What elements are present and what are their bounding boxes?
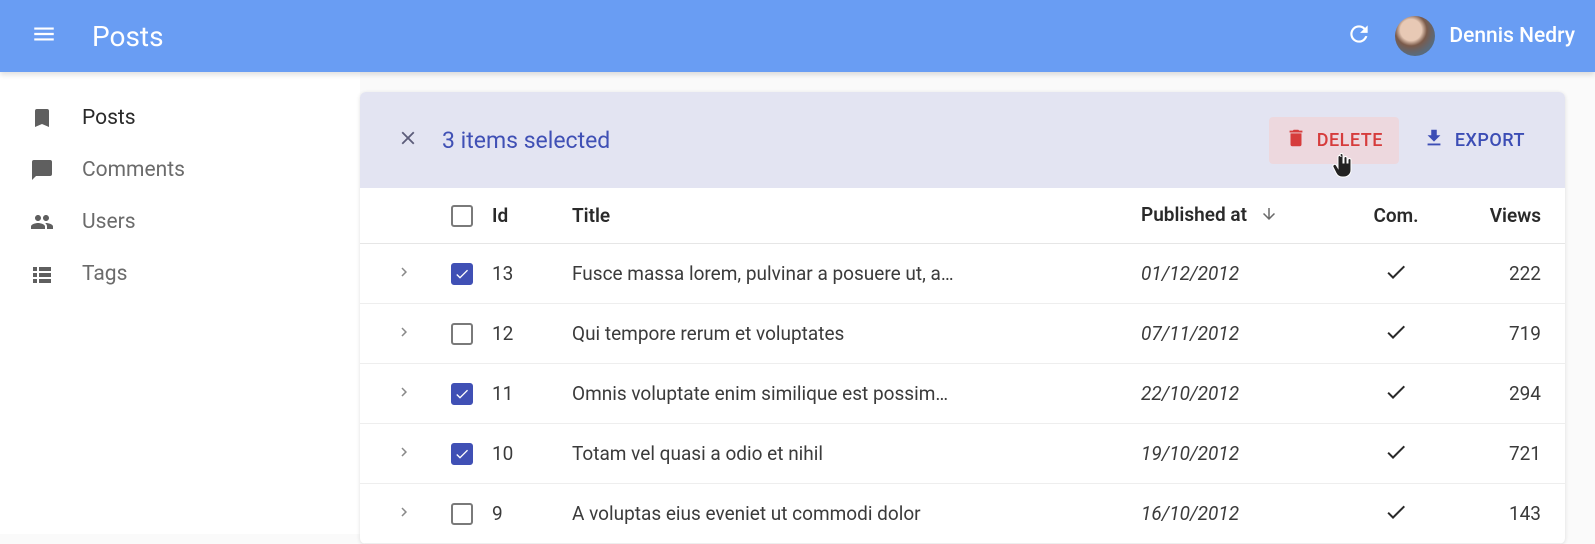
refresh-button[interactable] xyxy=(1339,16,1379,56)
hamburger-icon xyxy=(31,21,57,51)
cell-views: 721 xyxy=(1451,442,1541,465)
check-icon xyxy=(1384,320,1408,348)
expand-row-button[interactable] xyxy=(376,323,432,345)
row-checkbox[interactable] xyxy=(451,443,473,465)
cell-title: Qui tempore rerum et voluptates xyxy=(572,322,1141,345)
appbar: Posts Dennis Nedry xyxy=(0,0,1595,72)
cell-views: 143 xyxy=(1451,502,1541,525)
list-icon xyxy=(28,260,56,288)
table-row[interactable]: 9A voluptas eius eveniet ut commodi dolo… xyxy=(360,484,1565,544)
chat-icon xyxy=(28,156,56,184)
delete-label: DELETE xyxy=(1317,130,1383,151)
export-label: EXPORT xyxy=(1455,130,1525,151)
chevron-right-icon xyxy=(395,503,413,525)
sort-desc-icon xyxy=(1260,205,1278,228)
chevron-right-icon xyxy=(395,323,413,345)
delete-button[interactable]: DELETE xyxy=(1269,117,1399,164)
people-icon xyxy=(28,208,56,236)
check-icon xyxy=(1384,500,1408,528)
refresh-icon xyxy=(1346,21,1372,51)
cell-published: 16/10/2012 xyxy=(1141,502,1341,525)
cell-title: A voluptas eius eveniet ut commodi dolor xyxy=(572,502,1141,525)
cell-title: Totam vel quasi a odio et nihil xyxy=(572,442,1141,465)
expand-row-button[interactable] xyxy=(376,383,432,405)
expand-row-button[interactable] xyxy=(376,263,432,285)
column-header-published[interactable]: Published at xyxy=(1141,203,1341,227)
table-row[interactable]: 10Totam vel quasi a odio et nihil19/10/2… xyxy=(360,424,1565,484)
column-header-title[interactable]: Title xyxy=(572,204,1141,227)
sidebar: Posts Comments Users Tags xyxy=(0,72,360,534)
cell-published: 22/10/2012 xyxy=(1141,382,1341,405)
export-button[interactable]: EXPORT xyxy=(1407,117,1541,164)
column-header-views[interactable]: Views xyxy=(1451,204,1541,227)
sidebar-item-label: Tags xyxy=(82,262,127,286)
row-checkbox[interactable] xyxy=(451,263,473,285)
row-checkbox[interactable] xyxy=(451,323,473,345)
data-card: 3 items selected DELETE xyxy=(360,92,1565,544)
posts-table: Id Title Published at Com. Views 13Fusce… xyxy=(360,188,1565,544)
table-row[interactable]: 13Fusce massa lorem, pulvinar a posuere … xyxy=(360,244,1565,304)
sidebar-item-comments[interactable]: Comments xyxy=(0,144,360,196)
check-icon xyxy=(1384,260,1408,288)
page-title: Posts xyxy=(92,20,164,53)
cell-title: Fusce massa lorem, pulvinar a posuere ut… xyxy=(572,262,1141,285)
bulk-action-toolbar: 3 items selected DELETE xyxy=(360,92,1565,188)
sidebar-item-users[interactable]: Users xyxy=(0,196,360,248)
row-checkbox[interactable] xyxy=(451,383,473,405)
sidebar-item-label: Comments xyxy=(82,158,185,182)
check-icon xyxy=(1384,380,1408,408)
user-name: Dennis Nedry xyxy=(1449,24,1575,48)
cell-published: 19/10/2012 xyxy=(1141,442,1341,465)
cell-id: 10 xyxy=(492,442,572,465)
sidebar-item-label: Users xyxy=(82,210,136,234)
cell-views: 222 xyxy=(1451,262,1541,285)
cell-commentable xyxy=(1341,380,1451,408)
table-row[interactable]: 11Omnis voluptate enim similique est pos… xyxy=(360,364,1565,424)
column-header-com[interactable]: Com. xyxy=(1341,204,1451,227)
select-all-checkbox[interactable] xyxy=(451,205,473,227)
download-icon xyxy=(1423,127,1455,154)
hamburger-menu-button[interactable] xyxy=(30,22,58,50)
cell-id: 13 xyxy=(492,262,572,285)
cell-id: 9 xyxy=(492,502,572,525)
cell-views: 294 xyxy=(1451,382,1541,405)
close-icon xyxy=(397,127,419,153)
trash-icon xyxy=(1285,127,1317,154)
chevron-right-icon xyxy=(395,263,413,285)
sidebar-item-tags[interactable]: Tags xyxy=(0,248,360,300)
column-header-id[interactable]: Id xyxy=(492,204,572,227)
sidebar-item-posts[interactable]: Posts xyxy=(0,92,360,144)
chevron-right-icon xyxy=(395,443,413,465)
selection-count-text: 3 items selected xyxy=(442,127,610,154)
clear-selection-button[interactable] xyxy=(390,122,426,158)
cell-commentable xyxy=(1341,260,1451,288)
row-checkbox[interactable] xyxy=(451,503,473,525)
table-header-row: Id Title Published at Com. Views xyxy=(360,188,1565,244)
expand-row-button[interactable] xyxy=(376,443,432,465)
cell-views: 719 xyxy=(1451,322,1541,345)
bookmark-icon xyxy=(28,104,56,132)
cell-id: 12 xyxy=(492,322,572,345)
check-icon xyxy=(1384,440,1408,468)
table-row[interactable]: 12Qui tempore rerum et voluptates07/11/2… xyxy=(360,304,1565,364)
expand-row-button[interactable] xyxy=(376,503,432,525)
cell-commentable xyxy=(1341,440,1451,468)
cell-title: Omnis voluptate enim similique est possi… xyxy=(572,382,1141,405)
avatar xyxy=(1395,16,1435,56)
cell-published: 01/12/2012 xyxy=(1141,262,1341,285)
cell-published: 07/11/2012 xyxy=(1141,322,1341,345)
user-profile-button[interactable]: Dennis Nedry xyxy=(1395,16,1575,56)
cell-id: 11 xyxy=(492,382,572,405)
sidebar-item-label: Posts xyxy=(82,106,136,130)
chevron-right-icon xyxy=(395,383,413,405)
cell-commentable xyxy=(1341,500,1451,528)
cell-commentable xyxy=(1341,320,1451,348)
